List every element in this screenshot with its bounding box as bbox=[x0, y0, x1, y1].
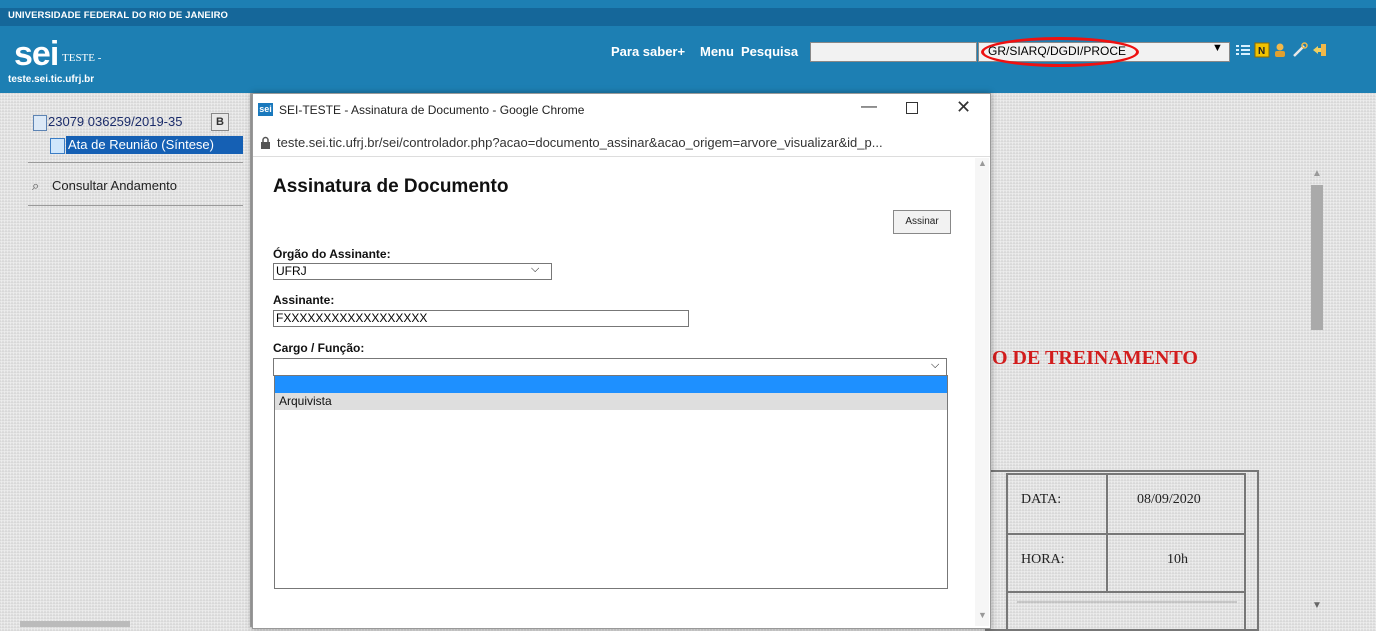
university-name: UNIVERSIDADE FEDERAL DO RIO DE JANEIRO bbox=[8, 10, 229, 21]
sei-logo[interactable]: sei bbox=[14, 37, 59, 71]
cargo-option-empty[interactable] bbox=[275, 376, 947, 393]
popup-title: SEI-TESTE - Assinatura de Documento - Go… bbox=[279, 103, 585, 117]
para-saber-link[interactable]: Para saber+ bbox=[611, 44, 685, 59]
magnifier-icon[interactable]: ⌕ bbox=[32, 178, 39, 194]
table-cell-value: 08/09/2020 bbox=[1137, 492, 1201, 507]
tree-horizontal-scrollbar[interactable] bbox=[20, 621, 130, 627]
cargo-select[interactable] bbox=[273, 358, 947, 376]
search-input[interactable] bbox=[810, 42, 977, 62]
environment-label: TESTE - bbox=[62, 52, 102, 64]
document-table: DATA: 08/09/2020 HORA: 10h bbox=[985, 470, 1259, 631]
scroll-down-icon[interactable]: ▼ bbox=[1312, 600, 1322, 611]
orgao-select[interactable]: UFRJ bbox=[273, 263, 552, 280]
close-icon[interactable]: ✕ bbox=[956, 97, 971, 118]
document-icon bbox=[50, 138, 65, 154]
tree-process-number[interactable]: 23079 036259/2019-35 bbox=[48, 114, 182, 129]
table-cell-label: HORA: bbox=[1021, 552, 1065, 567]
table-cell-value: 10h bbox=[1167, 552, 1188, 567]
highlight-ellipse bbox=[981, 37, 1139, 67]
process-b-icon[interactable]: B bbox=[211, 113, 229, 131]
scroll-up-icon[interactable]: ▲ bbox=[1312, 168, 1322, 179]
menu-link[interactable]: Menu bbox=[700, 44, 734, 59]
svg-text:N: N bbox=[1258, 46, 1265, 57]
document-title: O DE TREINAMENTO bbox=[992, 347, 1198, 369]
lock-icon[interactable] bbox=[260, 136, 271, 152]
chevron-down-icon[interactable]: ⌵ bbox=[531, 263, 539, 276]
cargo-option-arquivista[interactable]: Arquivista bbox=[275, 393, 947, 410]
consultar-andamento-link[interactable]: Consultar Andamento bbox=[52, 178, 177, 193]
document-scrollbar-thumb[interactable] bbox=[1311, 185, 1323, 330]
user-icon[interactable] bbox=[1272, 42, 1288, 58]
orgao-label: Órgão do Assinante: bbox=[273, 247, 391, 261]
host-label: teste.sei.tic.ufrj.br bbox=[8, 74, 95, 85]
process-tree-panel bbox=[0, 93, 250, 627]
cargo-dropdown-list: Arquivista bbox=[274, 375, 948, 589]
chevron-down-icon[interactable]: ▼ bbox=[1212, 42, 1223, 54]
minimize-icon[interactable]: — bbox=[861, 98, 877, 116]
list-icon[interactable] bbox=[1235, 42, 1251, 58]
assinante-label: Assinante: bbox=[273, 293, 335, 307]
page-title: Assinatura de Documento bbox=[273, 176, 509, 197]
assinante-field[interactable]: FXXXXXXXXXXXXXXXXXX bbox=[273, 310, 689, 327]
tree-divider bbox=[28, 205, 243, 206]
scroll-up-icon[interactable]: ▲ bbox=[978, 158, 987, 168]
exit-icon[interactable] bbox=[1312, 42, 1328, 58]
tree-divider bbox=[28, 162, 243, 163]
scroll-down-icon[interactable]: ▼ bbox=[978, 610, 987, 620]
notes-icon[interactable]: N bbox=[1254, 42, 1270, 58]
popup-scrollbar[interactable] bbox=[975, 158, 989, 626]
process-folder-icon bbox=[33, 115, 47, 131]
maximize-icon[interactable] bbox=[906, 102, 918, 114]
popup-url[interactable]: teste.sei.tic.ufrj.br/sei/controlador.ph… bbox=[277, 135, 883, 150]
assinar-button[interactable]: Assinar bbox=[893, 210, 951, 234]
tree-document-selected[interactable]: Ata de Reunião (Síntese) bbox=[66, 136, 243, 154]
sei-favicon-icon: sei bbox=[258, 103, 273, 116]
chevron-down-icon[interactable]: ⌵ bbox=[931, 359, 939, 372]
signature-popup-window: sei SEI-TESTE - Assinatura de Documento … bbox=[252, 93, 991, 629]
pesquisa-link[interactable]: Pesquisa bbox=[741, 44, 798, 59]
table-cell-label: DATA: bbox=[1021, 492, 1062, 507]
tools-icon[interactable] bbox=[1292, 42, 1308, 58]
cargo-label: Cargo / Função: bbox=[273, 341, 365, 355]
